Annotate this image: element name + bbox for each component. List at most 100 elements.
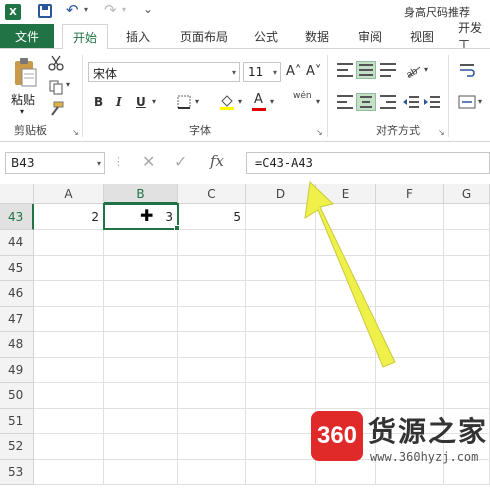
enter-icon[interactable]: ✓	[174, 152, 187, 171]
font-color-dropdown-icon[interactable]: ▾	[270, 97, 274, 106]
tab-home[interactable]: 开始	[62, 24, 108, 49]
row-header-50[interactable]: 50	[0, 383, 34, 409]
cell-f45[interactable]	[376, 255, 444, 281]
cell-e45[interactable]	[316, 255, 376, 281]
bold-button[interactable]: B	[94, 95, 103, 109]
cell-g48[interactable]	[444, 332, 490, 358]
tab-formulas[interactable]: 公式	[254, 24, 278, 48]
undo-dropdown-icon[interactable]: ▾	[84, 5, 88, 14]
cell-g46[interactable]	[444, 281, 490, 307]
wrap-text-icon[interactable]	[458, 61, 476, 79]
row-header-43[interactable]: 43	[0, 204, 34, 230]
shrink-font-button[interactable]: A˅	[306, 64, 321, 79]
cell-f48[interactable]	[376, 332, 444, 358]
cell-a44[interactable]	[34, 230, 104, 256]
cell-a49[interactable]	[34, 357, 104, 383]
cell-a48[interactable]	[34, 332, 104, 358]
redo-dropdown-icon[interactable]: ▾	[122, 5, 126, 14]
cell-c49[interactable]	[178, 357, 246, 383]
cell-d46[interactable]	[246, 281, 316, 307]
underline-button[interactable]: U	[136, 95, 146, 109]
cell-d43[interactable]	[246, 204, 316, 230]
cell-f50[interactable]	[376, 383, 444, 409]
cell-a53[interactable]	[34, 459, 104, 485]
tab-insert[interactable]: 插入	[126, 24, 150, 48]
row-header-44[interactable]: 44	[0, 230, 34, 256]
paste-button[interactable]: 粘贴	[11, 91, 35, 108]
align-left-icon[interactable]	[337, 95, 353, 109]
save-icon[interactable]	[38, 4, 52, 18]
fill-color-dropdown-icon[interactable]: ▾	[238, 97, 242, 106]
column-header-d[interactable]: D	[246, 184, 316, 204]
paste-dropdown-icon[interactable]: ▾	[20, 107, 24, 116]
cell-e48[interactable]	[316, 332, 376, 358]
cell-e47[interactable]	[316, 306, 376, 332]
select-all-corner[interactable]	[0, 184, 34, 204]
cell-b52[interactable]	[104, 434, 178, 460]
cell-a43[interactable]: 2	[34, 204, 104, 230]
alignment-launcher-icon[interactable]: ↘	[438, 128, 445, 137]
column-header-e[interactable]: E	[316, 184, 376, 204]
copy-icon[interactable]	[48, 79, 64, 95]
cell-c53[interactable]	[178, 459, 246, 485]
top-align-icon[interactable]	[337, 63, 353, 77]
cell-c52[interactable]	[178, 434, 246, 460]
row-header-47[interactable]: 47	[0, 306, 34, 332]
insert-function-icon[interactable]: fx	[210, 152, 224, 170]
paste-icon[interactable]	[12, 57, 38, 87]
font-color-icon[interactable]: A	[254, 92, 263, 107]
cell-a52[interactable]	[34, 434, 104, 460]
cell-g47[interactable]	[444, 306, 490, 332]
cancel-icon[interactable]: ✕	[142, 152, 155, 171]
cell-d44[interactable]	[246, 230, 316, 256]
undo-icon[interactable]: ↶	[66, 1, 79, 19]
cell-g49[interactable]	[444, 357, 490, 383]
cell-a47[interactable]	[34, 306, 104, 332]
orientation-dropdown-icon[interactable]: ▾	[424, 65, 428, 74]
cell-d50[interactable]	[246, 383, 316, 409]
cell-b47[interactable]	[104, 306, 178, 332]
cell-c45[interactable]	[178, 255, 246, 281]
decrease-indent-icon[interactable]	[402, 93, 420, 111]
cell-e50[interactable]	[316, 383, 376, 409]
cell-b49[interactable]	[104, 357, 178, 383]
italic-button[interactable]: I	[116, 95, 122, 109]
cell-b50[interactable]	[104, 383, 178, 409]
fill-color-icon[interactable]	[218, 93, 236, 111]
merge-center-icon[interactable]	[458, 93, 476, 111]
cell-d47[interactable]	[246, 306, 316, 332]
cell-f44[interactable]	[376, 230, 444, 256]
customize-qat-icon[interactable]: ⌄	[143, 2, 153, 16]
cell-g44[interactable]	[444, 230, 490, 256]
column-header-f[interactable]: F	[376, 184, 444, 204]
format-painter-icon[interactable]	[48, 101, 64, 117]
cell-g43[interactable]	[444, 204, 490, 230]
tab-view[interactable]: 视图	[410, 24, 434, 48]
borders-icon[interactable]	[176, 94, 192, 110]
cell-b44[interactable]	[104, 230, 178, 256]
cell-e46[interactable]	[316, 281, 376, 307]
cell-a46[interactable]	[34, 281, 104, 307]
cell-b48[interactable]	[104, 332, 178, 358]
formula-input[interactable]: =C43-A43	[246, 152, 490, 174]
cell-d48[interactable]	[246, 332, 316, 358]
column-header-b[interactable]: B	[104, 184, 178, 204]
cut-icon[interactable]	[48, 55, 64, 71]
copy-dropdown-icon[interactable]: ▾	[66, 80, 70, 89]
font-size-combo[interactable]: 11 ▾	[243, 62, 281, 82]
font-launcher-icon[interactable]: ↘	[316, 128, 323, 137]
cell-e44[interactable]	[316, 230, 376, 256]
tab-developer[interactable]: 开发工	[458, 21, 490, 52]
clipboard-launcher-icon[interactable]: ↘	[72, 128, 79, 137]
phonetic-dropdown-icon[interactable]: ▾	[316, 97, 320, 106]
cell-c51[interactable]	[178, 408, 246, 434]
cell-f49[interactable]	[376, 357, 444, 383]
cell-a51[interactable]	[34, 408, 104, 434]
cell-b53[interactable]	[104, 459, 178, 485]
row-header-45[interactable]: 45	[0, 255, 34, 281]
underline-dropdown-icon[interactable]: ▾	[152, 97, 156, 106]
column-header-a[interactable]: A	[34, 184, 104, 204]
middle-align-icon[interactable]	[356, 61, 376, 79]
bottom-align-icon[interactable]	[380, 63, 396, 77]
row-header-48[interactable]: 48	[0, 332, 34, 358]
